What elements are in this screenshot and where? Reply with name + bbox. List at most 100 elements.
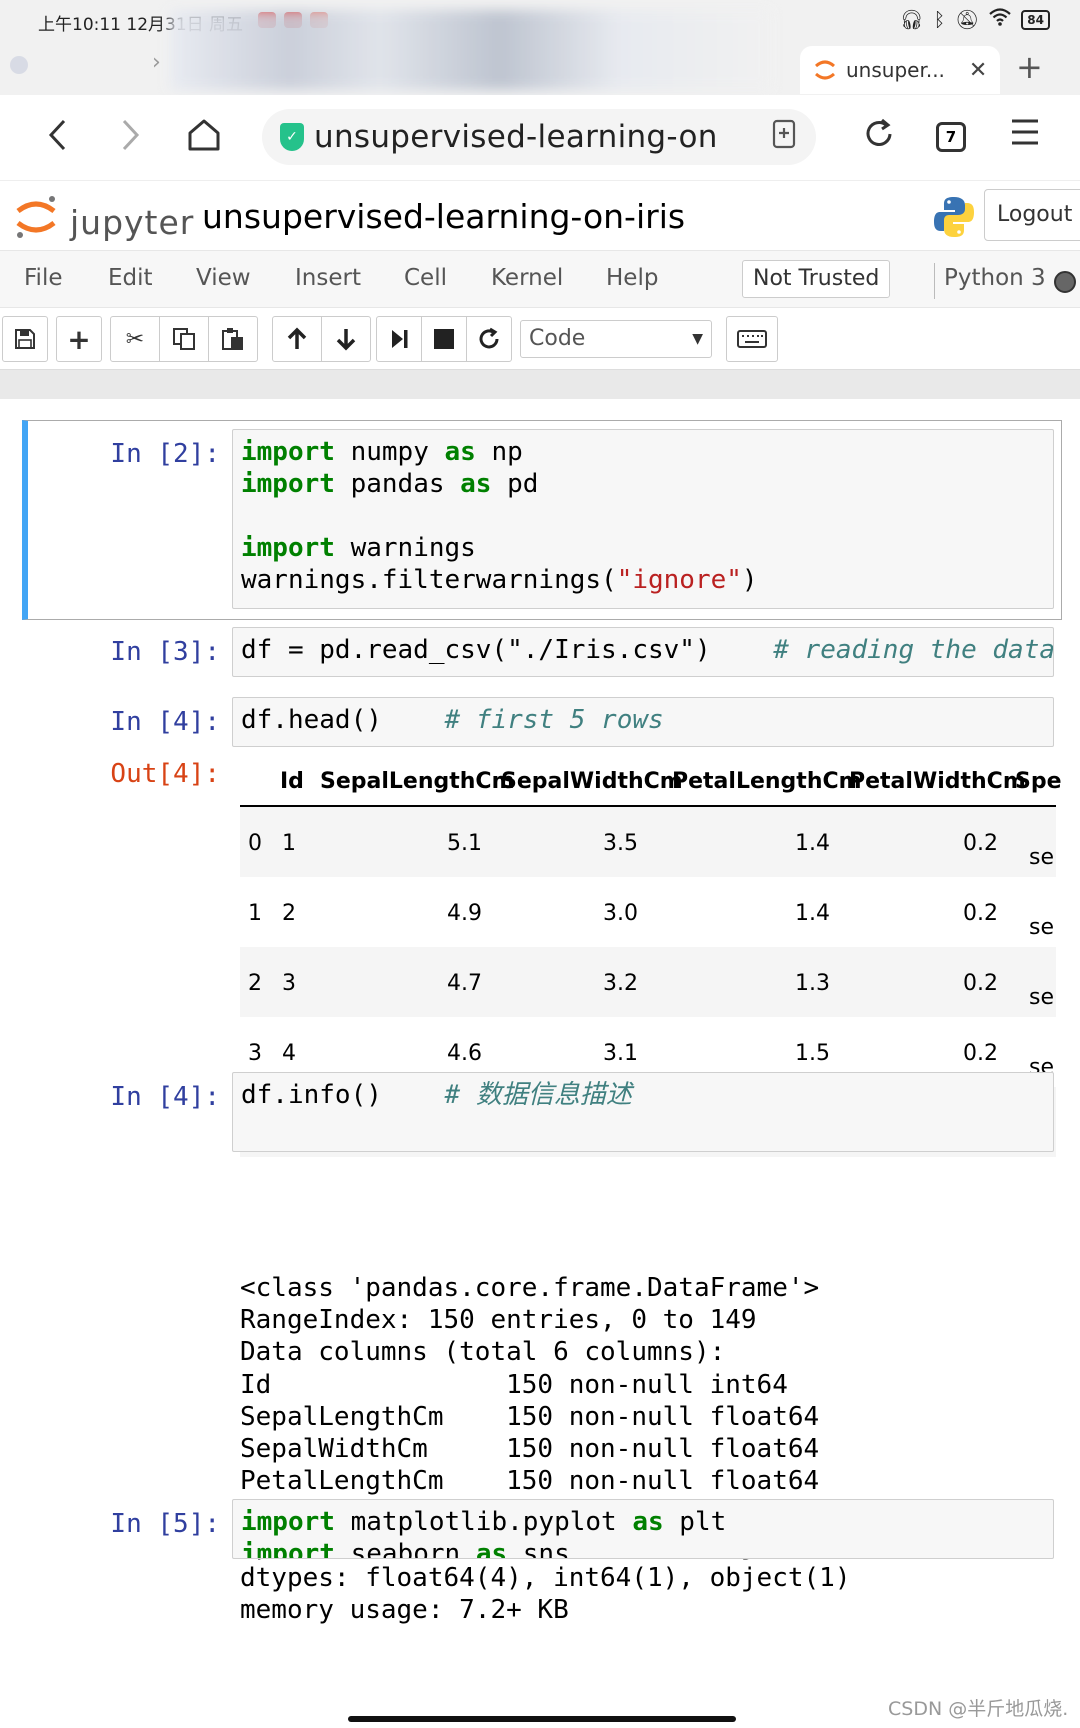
paste-icon — [222, 328, 243, 350]
bookmark-icon[interactable] — [772, 119, 796, 156]
table-cell: 1.4 — [795, 901, 830, 926]
cell-type-select[interactable]: Code ▼ — [520, 320, 712, 358]
back-button[interactable] — [46, 115, 70, 164]
paste-button[interactable] — [208, 316, 258, 362]
column-header: PetalLengthCm — [672, 769, 862, 794]
table-cell: 1.3 — [795, 971, 830, 996]
row-index: 0 — [248, 831, 262, 856]
code-input[interactable]: import matplotlib.pyplot as plt import s… — [232, 1499, 1054, 1559]
caret-down-icon: ▼ — [692, 331, 703, 347]
battery-icon: 84 — [1021, 9, 1050, 30]
code-statement: df.head() — [241, 705, 382, 735]
row-index: 2 — [248, 971, 262, 996]
chevron-right-icon[interactable]: › — [152, 50, 161, 75]
menu-icon[interactable] — [1010, 115, 1040, 158]
tab-favicon-icon[interactable] — [10, 56, 28, 74]
divider — [934, 263, 935, 299]
column-header: PetalWidthCm — [849, 769, 1026, 794]
move-down-button[interactable] — [321, 316, 371, 362]
menu-view[interactable]: View — [196, 265, 251, 291]
home-indicator[interactable] — [348, 1716, 736, 1722]
jupyter-logo[interactable]: jupyter — [12, 193, 193, 242]
wifi-icon — [989, 8, 1012, 31]
interrupt-button[interactable] — [421, 316, 467, 362]
menu-file[interactable]: File — [24, 265, 63, 291]
status-icons: 🎧︎ ᛒ 🔕︎ 84 — [900, 8, 1050, 31]
new-tab-button[interactable]: + — [1016, 48, 1043, 86]
output-prompt: Out[4]: — [110, 759, 220, 789]
table-cell: 4.6 — [447, 1041, 482, 1066]
row-index: 1 — [248, 901, 262, 926]
restart-button[interactable] — [466, 316, 512, 362]
table-cell: se — [1029, 845, 1054, 870]
keyboard-icon — [737, 330, 767, 348]
table-cell: 0.2 — [963, 831, 998, 856]
input-prompt: In [4]: — [110, 1082, 220, 1112]
save-button[interactable] — [2, 316, 48, 362]
command-palette-button[interactable] — [726, 316, 778, 362]
trust-indicator-button[interactable]: Not Trusted — [742, 260, 891, 298]
move-up-button[interactable] — [272, 316, 322, 362]
input-prompt: In [3]: — [110, 637, 220, 667]
home-button[interactable] — [186, 115, 222, 164]
notebook-title[interactable]: unsupervised-learning-on-iris — [202, 197, 685, 236]
table-cell: se — [1029, 915, 1054, 940]
arrow-down-icon — [336, 329, 356, 351]
column-header: SepalLengthCm — [320, 769, 515, 794]
menu-kernel[interactable]: Kernel — [491, 265, 563, 291]
insert-cell-button[interactable]: + — [56, 316, 102, 362]
jupyter-favicon-icon — [815, 60, 835, 80]
jupyter-logo-icon — [16, 196, 56, 238]
table-header: Id SepalLengthCm SepalWidthCm PetalLengt… — [240, 759, 1062, 807]
jupyter-logo-text: jupyter — [70, 203, 195, 242]
cut-button[interactable]: ✂ — [110, 316, 160, 362]
output-line: memory usage: 7.2+ KB — [240, 1595, 569, 1626]
tab-count-button[interactable]: 7 — [936, 122, 966, 152]
output-line: SepalWidthCm 150 non-null float64 — [240, 1434, 820, 1465]
table-cell: 3.0 — [603, 901, 638, 926]
code-input[interactable]: df.head() # first 5 rows — [232, 697, 1054, 747]
menu-cell[interactable]: Cell — [404, 265, 447, 291]
table-cell: 0.2 — [963, 971, 998, 996]
table-row: 1 2 4.9 3.0 1.4 0.2 se — [240, 877, 1056, 947]
table-cell: 3 — [282, 971, 296, 996]
close-tab-icon[interactable]: ✕ — [969, 58, 987, 83]
run-button[interactable] — [376, 316, 422, 362]
code-text: df.head() # first 5 rows — [233, 698, 1053, 742]
menu-help[interactable]: Help — [606, 265, 658, 291]
table-row: 0 1 5.1 3.5 1.4 0.2 se — [240, 807, 1056, 877]
code-input[interactable]: import numpy as np import pandas as pd i… — [232, 429, 1054, 609]
column-header: SepalWidthCm — [501, 769, 683, 794]
copy-button[interactable] — [159, 316, 209, 362]
logout-button[interactable]: Logout — [984, 189, 1080, 241]
output-line: Id 150 non-null int64 — [240, 1369, 788, 1400]
code-text: df = pd.read_csv("./Iris.csv") # reading… — [233, 628, 1053, 672]
output-line: RangeIndex: 150 entries, 0 to 149 — [240, 1305, 757, 1336]
menu-edit[interactable]: Edit — [108, 265, 153, 291]
column-header: Spe — [1015, 769, 1062, 794]
output-line: SepalLengthCm 150 non-null float64 — [240, 1401, 820, 1432]
cell-output-text: <class 'pandas.core.frame.DataFrame'> Ran… — [240, 1272, 850, 1626]
stop-icon — [434, 329, 454, 349]
input-prompt: In [4]: — [110, 707, 220, 737]
kernel-name[interactable]: Python 3 — [944, 265, 1046, 291]
code-input[interactable]: df.info() # 数据信息描述 — [232, 1072, 1054, 1152]
table-cell: se — [1029, 985, 1054, 1010]
code-comment: # 数据信息描述 — [444, 1080, 632, 1110]
input-prompt: In [5]: — [110, 1509, 220, 1539]
menu-insert[interactable]: Insert — [295, 265, 361, 291]
table-cell: 0.2 — [963, 1041, 998, 1066]
tab-title: unsuper... — [846, 58, 945, 82]
code-input[interactable]: df = pd.read_csv("./Iris.csv") # reading… — [232, 627, 1054, 677]
reload-button[interactable] — [862, 117, 896, 160]
jupyter-header: jupyter unsupervised-learning-on-iris Lo… — [0, 180, 1080, 248]
forward-button[interactable] — [118, 115, 142, 164]
active-tab[interactable]: unsuper... ✕ — [800, 46, 1000, 94]
headphones-icon: 🎧︎ — [899, 9, 924, 31]
mute-icon: 🔕︎ — [955, 9, 980, 31]
plus-icon: + — [67, 322, 91, 356]
address-bar[interactable]: ✓ unsupervised-learning-on — [262, 109, 816, 165]
code-statement: df.info() — [241, 1080, 382, 1110]
kernel-status-icon — [1054, 271, 1076, 293]
table-cell: 4.9 — [447, 901, 482, 926]
